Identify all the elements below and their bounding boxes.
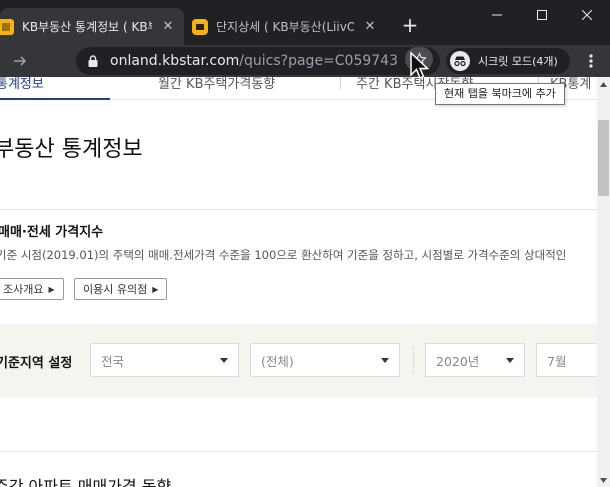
select-value: 2020년 <box>436 353 480 369</box>
mouse-cursor-icon <box>410 51 430 79</box>
region-filter-bar: 기준지역 설정 전국 (전체) 2020년 7월 <box>0 324 597 398</box>
tab-title: 단지상세 ( KB부동산(LiivON <box>216 20 354 34</box>
button-label: 이용시 유의점 <box>83 283 148 296</box>
weekly-apartment-title: 주간 아파트 매매가격 동향 <box>0 477 172 487</box>
usage-notes-button[interactable]: 이용시 유의점 ▶ <box>74 278 168 300</box>
close-tab-icon[interactable]: ✕ <box>160 19 176 35</box>
chevron-down-icon <box>506 358 514 363</box>
subnav-divider <box>340 77 341 89</box>
section-divider <box>0 451 597 452</box>
section-description: 기준 시점(2019.01)의 주택의 매매.전세가격 수준을 100으로 환산… <box>0 248 567 262</box>
close-tab-icon[interactable]: ✕ <box>362 19 378 35</box>
tab-kb-statistics[interactable]: KB부동산 통계정보 ( KB부 ✕ <box>0 8 184 45</box>
button-label: 조사개요 <box>3 283 44 296</box>
more-menu-icon[interactable] <box>580 49 602 73</box>
incognito-label: 시크릿 모드(4개) <box>478 55 558 68</box>
chevron-down-icon <box>220 358 228 363</box>
incognito-icon <box>450 51 470 71</box>
select-value: (전체) <box>261 353 294 369</box>
forward-arrow-icon[interactable] <box>8 49 32 73</box>
subnav-item-monthly[interactable]: 월간 KB주택가격동향 <box>158 77 275 92</box>
select-value: 7월 <box>547 353 567 369</box>
browser-titlebar: KB부동산 통계정보 ( KB부 ✕ 단지상세 ( KB부동산(LiivON ✕… <box>0 0 610 45</box>
subregion-select[interactable]: (전체) <box>250 343 400 377</box>
caret-right-icon: ▶ <box>48 284 55 294</box>
page-scrollbar[interactable] <box>597 77 610 487</box>
incognito-profile-button[interactable]: 시크릿 모드(4개) <box>446 48 570 74</box>
url-host: onland.kbstar.com <box>110 53 240 69</box>
section-title: 매매·전세 가격지수 <box>0 225 104 240</box>
caret-right-icon: ▶ <box>152 284 159 294</box>
year-select[interactable]: 2020년 <box>425 343 525 377</box>
region-label: 기준지역 설정 <box>0 356 73 371</box>
section-divider <box>0 209 597 210</box>
month-select[interactable]: 7월 <box>536 343 597 377</box>
browser-toolbar: onland.kbstar.com/quics?page=C059743 시크릿… <box>0 45 610 77</box>
scroll-up-icon[interactable] <box>597 77 610 91</box>
chevron-down-icon <box>381 358 389 363</box>
scroll-down-icon[interactable] <box>597 473 610 487</box>
url-path: /quics?page=C059743 <box>239 53 398 69</box>
region-select[interactable]: 전국 <box>90 343 239 377</box>
url-text: onland.kbstar.com/quics?page=C059743 <box>110 53 410 69</box>
filter-divider <box>413 346 414 374</box>
scroll-thumb[interactable] <box>598 120 609 196</box>
tab-complex-detail[interactable]: 단지상세 ( KB부동산(LiivON ✕ <box>186 8 386 45</box>
close-window-icon[interactable] <box>564 0 609 30</box>
kb-favicon-icon <box>0 18 14 35</box>
survey-overview-button[interactable]: 조사개요 ▶ <box>0 278 64 300</box>
page-content: 통계정보 월간 KB주택가격동향 주간 KB주택시장동향 KB통계 부동산 통계… <box>0 77 597 487</box>
minimize-icon[interactable] <box>474 0 519 30</box>
new-tab-button[interactable]: + <box>398 14 422 38</box>
page-title: 부동산 통계정보 <box>0 137 143 162</box>
active-tab-underline <box>0 98 110 100</box>
liiv-favicon-icon <box>192 18 208 35</box>
bookmark-tooltip: 현재 탭을 북마크에 추가 <box>435 83 565 105</box>
maximize-icon[interactable] <box>519 0 564 30</box>
lock-icon <box>86 54 100 68</box>
subnav-item-statistics[interactable]: 통계정보 <box>0 77 44 92</box>
tab-title: KB부동산 통계정보 ( KB부 <box>22 20 152 34</box>
select-value: 전국 <box>101 353 125 369</box>
address-bar[interactable]: onland.kbstar.com/quics?page=C059743 <box>76 47 440 75</box>
